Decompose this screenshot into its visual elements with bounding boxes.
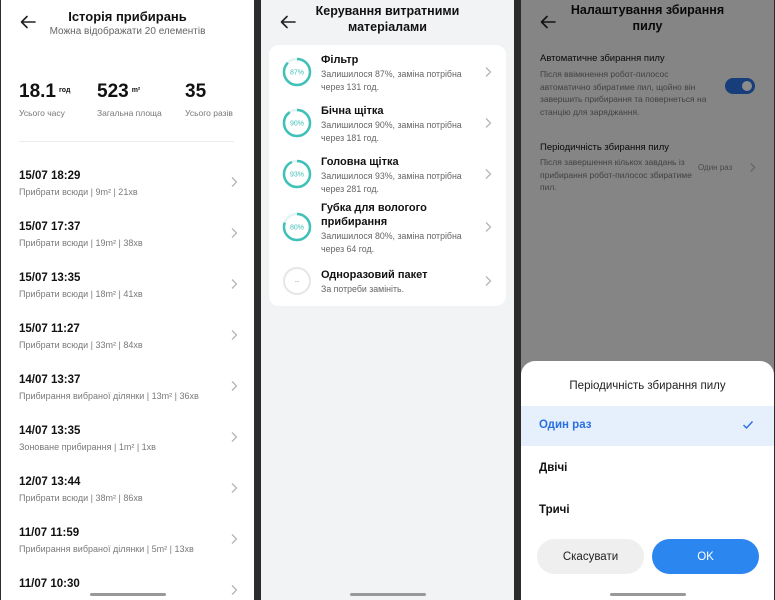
consumable-desc: Залишилося 93%, заміна потрібна через 28… bbox=[321, 171, 462, 194]
progress-ring: 93% bbox=[282, 159, 312, 189]
chevron-right-icon bbox=[231, 381, 238, 391]
chevron-right-icon bbox=[231, 177, 238, 187]
history-datetime: 11/07 11:59 bbox=[19, 527, 80, 539]
stat-value: 523 bbox=[97, 81, 129, 102]
page-title: Керування витратними матеріалами bbox=[315, 4, 460, 34]
option-once[interactable]: Один раз bbox=[521, 406, 774, 446]
consumables-screen: Керування витратними матеріалами 87% Філ… bbox=[261, 0, 514, 600]
chevron-right-icon bbox=[485, 222, 492, 232]
history-row[interactable]: 15/07 18:29 Прибрати всюди | 9m² | 21хв bbox=[1, 170, 254, 221]
chevron-right-icon bbox=[485, 67, 492, 77]
stat-unit: m² bbox=[131, 87, 141, 94]
history-details: Прибрати всюди | 33m² | 84хв bbox=[19, 340, 143, 350]
history-screen: Історія прибирань Можна відображати 20 е… bbox=[1, 0, 254, 600]
history-details: Прибирання вибраної ділянки | 5m² | 13хв bbox=[19, 544, 194, 554]
history-details: Прибирання вибраної ділянки | 13m² | 36х… bbox=[19, 391, 199, 401]
chevron-right-icon bbox=[231, 330, 238, 340]
chevron-right-icon bbox=[231, 534, 238, 544]
dust-settings-screen: Налаштування збирання пилу Автоматичне з… bbox=[521, 0, 774, 600]
chevron-right-icon bbox=[231, 432, 238, 442]
option-twice[interactable]: Двічі bbox=[521, 449, 774, 489]
frequency-bottom-sheet: Періодичність збирання пилу Один раз Дві… bbox=[521, 361, 774, 600]
consumable-desc: Залишилося 87%, заміна потрібна через 13… bbox=[321, 69, 462, 92]
home-indicator[interactable] bbox=[349, 593, 426, 596]
history-row[interactable]: 12/07 13:44 Прибрати всюди | 38m² | 86хв bbox=[1, 476, 254, 527]
option-label: Тричі bbox=[539, 504, 570, 516]
progress-ring: 80% bbox=[282, 212, 312, 242]
history-details: Прибрати всюди | 19m² | 38хв bbox=[19, 238, 143, 248]
history-row[interactable]: 15/07 13:35 Прибрати всюди | 18m² | 41хв bbox=[1, 272, 254, 323]
consumable-row-main-brush[interactable]: 93% Головна щітка Залишилося 93%, заміна… bbox=[269, 155, 506, 201]
stat-unit: год bbox=[58, 87, 71, 94]
history-details: Прибрати всюди | 18m² | 41хв bbox=[19, 289, 143, 299]
progress-ring: 90% bbox=[282, 108, 312, 138]
checkmark-icon bbox=[743, 421, 754, 430]
consumable-row-filter[interactable]: 87% Фільтр Залишилося 87%, заміна потріб… bbox=[269, 53, 506, 99]
history-datetime: 14/07 13:35 bbox=[19, 425, 81, 437]
page-title: Історія прибирань bbox=[68, 9, 187, 24]
stat-label: Усього разів bbox=[185, 108, 233, 118]
sheet-title: Періодичність збирання пилу bbox=[569, 380, 726, 392]
consumable-desc: Залишилося 80%, заміна потрібна через 64… bbox=[321, 231, 462, 254]
history-datetime: 12/07 13:44 bbox=[19, 476, 81, 488]
consumable-row-bag[interactable]: -- Одноразовий пакет За потреби замініть… bbox=[269, 267, 506, 302]
consumable-desc: Залишилося 90%, заміна потрібна через 18… bbox=[321, 120, 462, 143]
ok-button[interactable]: OK bbox=[652, 539, 759, 574]
history-row[interactable]: 15/07 11:27 Прибрати всюди | 33m² | 84хв bbox=[1, 323, 254, 374]
history-row[interactable]: 14/07 13:35 Зоноване прибирання | 1m² | … bbox=[1, 425, 254, 476]
consumable-name: Фільтр bbox=[321, 54, 359, 66]
page-subtitle: Можна відображати 20 елементів bbox=[49, 26, 206, 37]
progress-ring: 87% bbox=[282, 57, 312, 87]
chevron-right-icon bbox=[485, 276, 492, 286]
progress-percent: 90% bbox=[290, 121, 304, 128]
chevron-right-icon bbox=[231, 483, 238, 493]
option-label: Двічі bbox=[539, 462, 568, 474]
history-datetime: 15/07 13:35 bbox=[19, 272, 81, 284]
history-details: Прибрати всюди | 9m² | 21хв bbox=[19, 187, 138, 197]
stat-value: 18.1 bbox=[19, 81, 56, 102]
consumable-name: Одноразовий пакет bbox=[321, 269, 428, 281]
chevron-right-icon bbox=[485, 169, 492, 179]
history-datetime: 15/07 17:37 bbox=[19, 221, 81, 233]
stat-total-area: 523 m² Загальна площа bbox=[97, 81, 162, 118]
consumable-name: Губка для вологого прибирання bbox=[321, 202, 427, 228]
history-row[interactable]: 15/07 17:37 Прибрати всюди | 19m² | 38хв bbox=[1, 221, 254, 272]
stat-total-time: 18.1 год Усього часу bbox=[19, 81, 70, 118]
stat-label: Усього часу bbox=[19, 108, 65, 118]
progress-percent: -- bbox=[295, 279, 300, 286]
chevron-right-icon bbox=[231, 585, 238, 595]
progress-percent: 80% bbox=[290, 225, 304, 232]
consumable-name: Головна щітка bbox=[321, 156, 399, 168]
consumable-row-side-brush[interactable]: 90% Бічна щітка Залишилося 90%, заміна п… bbox=[269, 104, 506, 150]
progress-percent: 93% bbox=[290, 172, 304, 179]
cancel-button[interactable]: Скасувати bbox=[537, 539, 644, 574]
consumable-row-mop[interactable]: 80% Губка для вологого прибирання Залиши… bbox=[269, 201, 506, 261]
chevron-right-icon bbox=[485, 118, 492, 128]
history-row[interactable]: 14/07 13:37 Прибирання вибраної ділянки … bbox=[1, 374, 254, 425]
consumable-name: Бічна щітка bbox=[321, 105, 384, 117]
progress-percent: 87% bbox=[290, 70, 304, 77]
stat-label: Загальна площа bbox=[97, 108, 162, 118]
chevron-right-icon bbox=[231, 228, 238, 238]
progress-ring: -- bbox=[283, 267, 311, 295]
stat-value: 35 bbox=[185, 81, 207, 102]
history-details: Прибрати всюди | 38m² | 86хв bbox=[19, 493, 143, 503]
history-datetime: 15/07 18:29 bbox=[19, 170, 81, 182]
option-label: Один раз bbox=[539, 419, 592, 431]
home-indicator[interactable] bbox=[89, 593, 166, 596]
history-datetime: 15/07 11:27 bbox=[19, 323, 80, 335]
option-thrice[interactable]: Тричі bbox=[521, 491, 774, 531]
consumables-card: 87% Фільтр Залишилося 87%, заміна потріб… bbox=[269, 45, 506, 306]
home-indicator[interactable] bbox=[609, 593, 686, 596]
history-details: Зоноване прибирання | 1m² | 1хв bbox=[19, 442, 156, 452]
chevron-right-icon bbox=[231, 279, 238, 289]
stat-total-count: 35 Усього разів bbox=[185, 81, 233, 118]
history-row[interactable]: 11/07 11:59 Прибирання вибраної ділянки … bbox=[1, 527, 254, 578]
history-row[interactable]: 11/07 10:30 bbox=[1, 578, 254, 600]
history-datetime: 14/07 13:37 bbox=[19, 374, 81, 386]
consumable-desc: За потреби замініть. bbox=[321, 284, 405, 294]
divider bbox=[19, 141, 234, 142]
history-datetime: 11/07 10:30 bbox=[19, 578, 80, 590]
